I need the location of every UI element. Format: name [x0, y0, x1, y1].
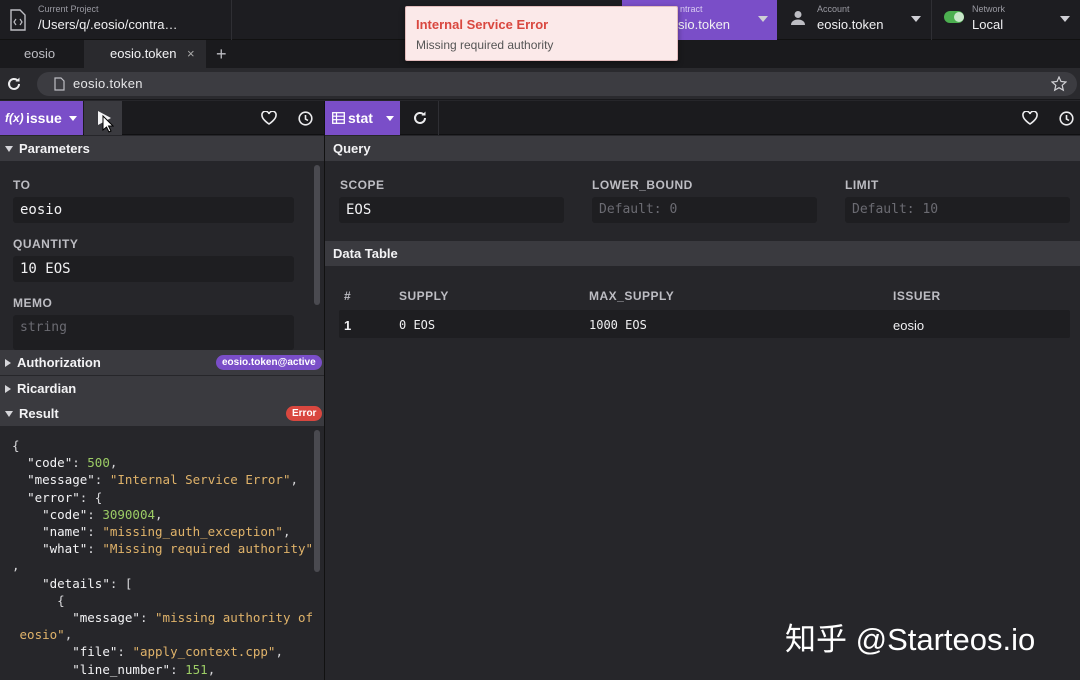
- function-icon: f(x): [5, 111, 24, 125]
- table-icon: [332, 112, 345, 124]
- refresh-icon[interactable]: [6, 76, 22, 92]
- cell-supply: 0 EOS: [399, 318, 436, 332]
- file-code-icon: [10, 9, 26, 31]
- result-scrollbar[interactable]: [314, 430, 320, 572]
- account-selector[interactable]: Account eosio.token: [777, 0, 932, 40]
- ricardian-header[interactable]: Ricardian: [0, 376, 324, 401]
- mouse-cursor-icon: [102, 115, 114, 133]
- tab-eosio-token[interactable]: eosio.token ×: [84, 40, 206, 68]
- quantity-input[interactable]: 10 EOS: [13, 256, 294, 282]
- memo-input[interactable]: string: [13, 315, 294, 350]
- parameters-scrollbar[interactable]: [314, 165, 320, 305]
- column-header-index[interactable]: #: [344, 289, 351, 303]
- error-badge: Error: [286, 406, 323, 421]
- data-table-header: Data Table: [325, 241, 1080, 266]
- refresh-button[interactable]: [401, 101, 439, 135]
- cell-issuer: eosio: [893, 318, 925, 333]
- field-label-quantity: QUANTITY: [13, 237, 79, 251]
- lower-bound-input[interactable]: Default: 0: [592, 197, 817, 223]
- star-icon[interactable]: [1051, 76, 1067, 92]
- table-toolbar: stat: [325, 101, 1080, 135]
- url-text: eosio.token: [73, 76, 143, 91]
- result-json: { "code": 500, "message": "Internal Serv…: [12, 438, 314, 677]
- heart-icon[interactable]: [1022, 111, 1038, 125]
- action-toolbar: f(x) issue: [0, 101, 324, 135]
- contract-label: ntract: [680, 4, 703, 14]
- section-title: Result: [19, 406, 59, 421]
- toast-message: Missing required authority: [416, 38, 554, 52]
- field-label-lower-bound: LOWER_BOUND: [592, 178, 693, 192]
- chevron-down-icon: [758, 16, 768, 22]
- watermark: 知乎 @Starteos.io: [785, 622, 1036, 657]
- parameters-header[interactable]: Parameters: [0, 136, 324, 161]
- document-icon: [54, 77, 65, 91]
- chevron-down-icon: [1060, 16, 1070, 22]
- expand-icon: [5, 359, 11, 367]
- section-title: Authorization: [17, 355, 101, 370]
- authorization-badge: eosio.token@active: [216, 355, 322, 370]
- toggle-knob: [954, 12, 964, 22]
- to-input[interactable]: eosio: [13, 197, 294, 223]
- cell-max-supply: 1000 EOS: [589, 318, 647, 332]
- query-header: Query: [325, 136, 1080, 161]
- chevron-down-icon: [911, 16, 921, 22]
- field-label-to: TO: [13, 178, 31, 192]
- column-header-max-supply[interactable]: MAX_SUPPLY: [589, 289, 674, 303]
- column-header-issuer[interactable]: ISSUER: [893, 289, 941, 303]
- project-selector[interactable]: Current Project /Users/q/.eosio/contra…: [0, 0, 232, 40]
- section-title: Parameters: [19, 141, 90, 156]
- contract-value: sio.token: [678, 17, 731, 32]
- limit-input[interactable]: Default: 10: [845, 197, 1070, 223]
- tab-eosio[interactable]: eosio: [14, 40, 65, 68]
- column-header-supply[interactable]: SUPPLY: [399, 289, 449, 303]
- field-label-memo: MEMO: [13, 296, 53, 310]
- run-button[interactable]: [84, 101, 122, 135]
- scope-input[interactable]: EOS: [339, 197, 564, 223]
- account-label: Account: [817, 4, 850, 14]
- result-header[interactable]: Result Error: [0, 401, 324, 426]
- chevron-down-icon: [69, 116, 77, 121]
- network-selector[interactable]: Network Local: [932, 0, 1080, 40]
- table-name: stat: [348, 110, 373, 126]
- error-toast[interactable]: Internal Service Error Missing required …: [405, 6, 678, 61]
- action-name: issue: [26, 110, 62, 126]
- url-input[interactable]: [37, 72, 1077, 96]
- panel-divider[interactable]: [324, 101, 325, 680]
- history-icon[interactable]: [298, 111, 313, 126]
- table-selector[interactable]: stat: [325, 101, 400, 135]
- chevron-down-icon: [386, 116, 394, 121]
- authorization-header[interactable]: Authorization eosio.token@active: [0, 350, 324, 375]
- cell-index: 1: [344, 318, 352, 333]
- plus-icon: +: [216, 44, 227, 64]
- project-label: Current Project: [38, 4, 99, 14]
- address-bar: eosio.token: [0, 68, 1080, 100]
- network-value: Local: [972, 17, 1004, 32]
- collapse-icon: [5, 411, 13, 417]
- section-title: Data Table: [333, 246, 398, 261]
- action-selector[interactable]: f(x) issue: [0, 101, 83, 135]
- history-icon[interactable]: [1059, 111, 1074, 126]
- field-label-limit: LIMIT: [845, 178, 879, 192]
- account-value: eosio.token: [817, 17, 884, 32]
- close-icon[interactable]: ×: [187, 40, 195, 68]
- heart-icon[interactable]: [261, 111, 277, 125]
- toast-title: Internal Service Error: [416, 17, 549, 32]
- refresh-icon: [414, 111, 426, 124]
- tab-label: eosio: [24, 46, 56, 61]
- section-title: Ricardian: [17, 381, 77, 396]
- network-label: Network: [972, 4, 1006, 14]
- project-path: /Users/q/.eosio/contra…: [38, 17, 178, 32]
- network-toggle[interactable]: [944, 11, 964, 23]
- table-row[interactable]: [339, 310, 1070, 338]
- tab-label: eosio.token: [110, 46, 177, 61]
- new-tab-button[interactable]: +: [206, 40, 237, 68]
- field-label-scope: SCOPE: [340, 178, 385, 192]
- collapse-icon: [5, 146, 13, 152]
- expand-icon: [5, 385, 11, 393]
- user-icon: [791, 11, 805, 25]
- section-title: Query: [333, 141, 371, 156]
